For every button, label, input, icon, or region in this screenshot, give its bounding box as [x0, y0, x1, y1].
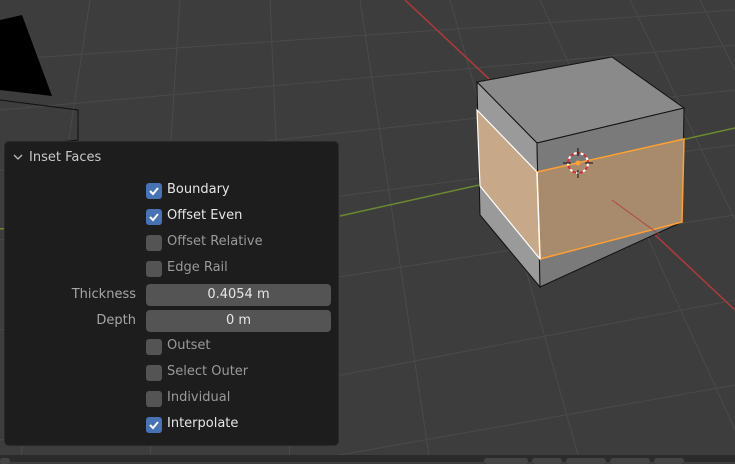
- panel-title: Inset Faces: [29, 149, 102, 165]
- chevron-down-icon: [13, 154, 23, 160]
- depth-row: Depth 0 m: [5, 310, 340, 332]
- depth-field[interactable]: 0 m: [146, 310, 331, 332]
- check-icon: [149, 213, 159, 222]
- interpolate-checkbox[interactable]: [146, 417, 162, 433]
- offset-even-checkbox[interactable]: [146, 209, 162, 225]
- individual-label: Individual: [167, 390, 231, 405]
- bottom-bar-button[interactable]: [610, 458, 650, 464]
- boundary-checkbox[interactable]: [146, 183, 162, 199]
- outset-checkbox[interactable]: [146, 339, 162, 355]
- individual-checkbox[interactable]: [146, 391, 162, 407]
- offset-relative-checkbox[interactable]: [146, 235, 162, 251]
- outset-row[interactable]: Outset: [5, 336, 340, 358]
- bottom-bar-button[interactable]: [532, 458, 562, 464]
- outset-label: Outset: [167, 338, 211, 353]
- select-outer-checkbox[interactable]: [146, 365, 162, 381]
- edge-rail-row[interactable]: Edge Rail: [5, 258, 340, 280]
- individual-row[interactable]: Individual: [5, 388, 340, 410]
- bottom-bar-button[interactable]: [566, 458, 606, 464]
- boundary-label: Boundary: [167, 182, 230, 197]
- interpolate-row[interactable]: Interpolate: [5, 414, 340, 436]
- edge-rail-checkbox[interactable]: [146, 261, 162, 277]
- interpolate-label: Interpolate: [167, 416, 239, 431]
- offset-relative-label: Offset Relative: [167, 234, 263, 249]
- select-outer-label: Select Outer: [167, 364, 249, 379]
- check-icon: [149, 421, 159, 430]
- edge-rail-label: Edge Rail: [167, 260, 228, 275]
- bottom-bar-button[interactable]: [654, 458, 684, 464]
- offset-even-label: Offset Even: [167, 208, 243, 223]
- depth-label: Depth: [96, 313, 136, 328]
- check-icon: [149, 187, 159, 196]
- bottom-bar-button[interactable]: [484, 458, 528, 464]
- boundary-row[interactable]: Boundary: [5, 180, 340, 202]
- camera-object[interactable]: [0, 15, 79, 149]
- offset-even-row[interactable]: Offset Even: [5, 206, 340, 228]
- offset-relative-row[interactable]: Offset Relative: [5, 232, 340, 254]
- bottom-bar-button[interactable]: [0, 458, 10, 464]
- redo-operator-panel: Inset Faces Boundary Offset Even Offset …: [4, 141, 339, 446]
- thickness-label: Thickness: [71, 287, 136, 302]
- thickness-row: Thickness 0.4054 m: [5, 284, 340, 306]
- thickness-field[interactable]: 0.4054 m: [146, 284, 331, 306]
- panel-header[interactable]: Inset Faces: [13, 149, 101, 165]
- select-outer-row[interactable]: Select Outer: [5, 362, 340, 384]
